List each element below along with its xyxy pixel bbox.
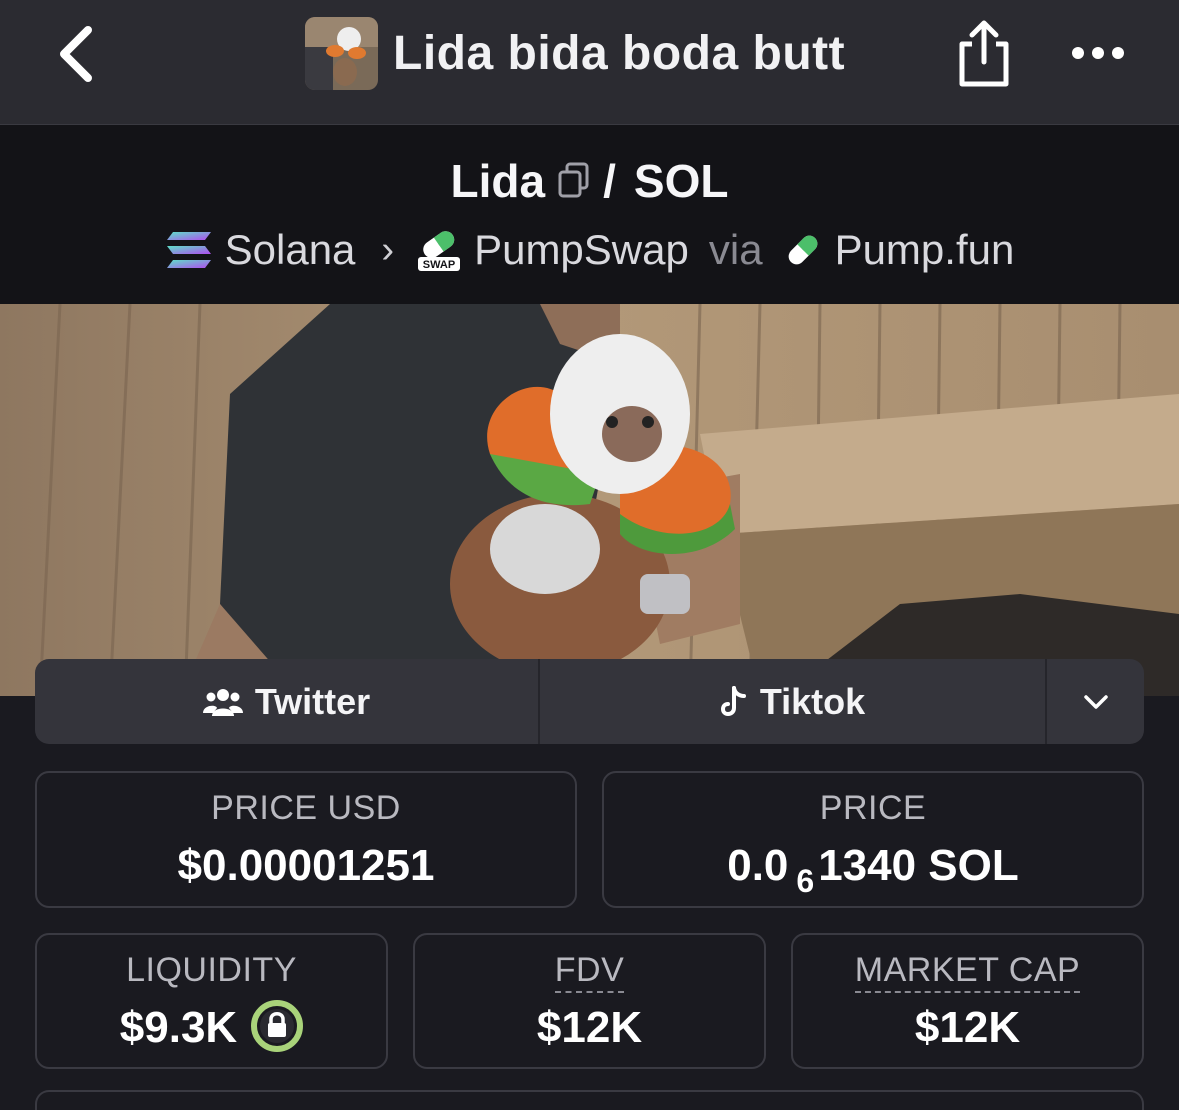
liquidity-value: $9.3K	[119, 1003, 238, 1052]
share-icon[interactable]	[954, 18, 1014, 88]
market-cap-label[interactable]: MARKET CAP	[854, 951, 1081, 993]
more-links-dropdown[interactable]	[1047, 659, 1144, 744]
price-native-value: 0.0 61340 SOL	[604, 841, 1142, 899]
fdv-label-wrap: FDV	[415, 951, 764, 993]
more-dots-icon[interactable]	[1070, 40, 1126, 66]
market-cap-card: MARKET CAP $12K	[791, 933, 1144, 1069]
tiktok-icon	[720, 685, 746, 716]
quote-token-symbol: SOL	[633, 155, 729, 207]
dex-link[interactable]: PumpSwap	[474, 226, 689, 274]
twitter-label: Twitter	[254, 680, 371, 722]
lock-icon[interactable]	[251, 1000, 304, 1053]
price-native-card: PRICE 0.0 61340 SOL	[602, 771, 1144, 908]
price-usd-value: $0.00001251	[177, 841, 435, 890]
pumpswap-icon: SWAP	[418, 231, 461, 271]
social-links-bar: Twitter Tiktok	[35, 659, 1144, 744]
fdv-card: FDV $12K	[413, 933, 766, 1069]
solana-icon	[166, 232, 211, 268]
market-cap-value: $12K	[914, 1003, 1021, 1052]
copy-icon[interactable]	[557, 162, 591, 200]
price-usd-label: PRICE USD	[211, 789, 401, 827]
price-usd-card: PRICE USD $0.00001251	[35, 771, 577, 908]
token-banner-image	[0, 304, 1179, 696]
pair-title: Lida / SOL	[0, 153, 1179, 209]
fdv-value: $12K	[536, 1003, 643, 1052]
pumpfun-icon	[788, 235, 817, 265]
pair-route: Solana › SWAP PumpSwap via Pump.fun	[0, 221, 1179, 279]
market-cap-label-wrap: MARKET CAP	[793, 951, 1142, 993]
pair-separator: /	[603, 155, 616, 207]
chevron-down-icon	[1083, 694, 1108, 709]
liquidity-value-row: $9.3K	[37, 1000, 386, 1056]
via-label: via	[708, 226, 763, 273]
next-card-edge	[35, 1090, 1144, 1110]
page-title: Lida bida boda butt	[393, 27, 846, 80]
tiktok-label: Tiktok	[759, 680, 866, 722]
price-suffix: 1340 SOL	[818, 841, 1019, 890]
tiktok-button[interactable]: Tiktok	[540, 659, 1047, 744]
top-nav-bar: Lida bida boda butt	[0, 0, 1179, 125]
liquidity-label: LIQUIDITY	[126, 951, 297, 989]
fdv-label[interactable]: FDV	[554, 951, 625, 993]
launchpad-link[interactable]: Pump.fun	[835, 226, 1015, 274]
svg-text:SWAP: SWAP	[423, 259, 455, 271]
base-token-symbol: Lida	[450, 155, 546, 207]
chevron-left-icon[interactable]	[52, 22, 108, 86]
chain-link[interactable]: Solana	[225, 226, 356, 274]
chevron-right-icon: ›	[381, 228, 395, 271]
liquidity-card: LIQUIDITY $9.3K	[35, 933, 388, 1069]
pair-header: Lida / SOL Solana › SWAP PumpSwap via Pu…	[0, 125, 1179, 304]
users-icon	[202, 688, 243, 716]
price-native-label: PRICE	[819, 789, 927, 827]
twitter-button[interactable]: Twitter	[35, 659, 540, 744]
token-avatar	[305, 17, 378, 90]
price-prefix: 0.0	[727, 841, 789, 890]
price-zero-count: 6	[796, 863, 815, 899]
